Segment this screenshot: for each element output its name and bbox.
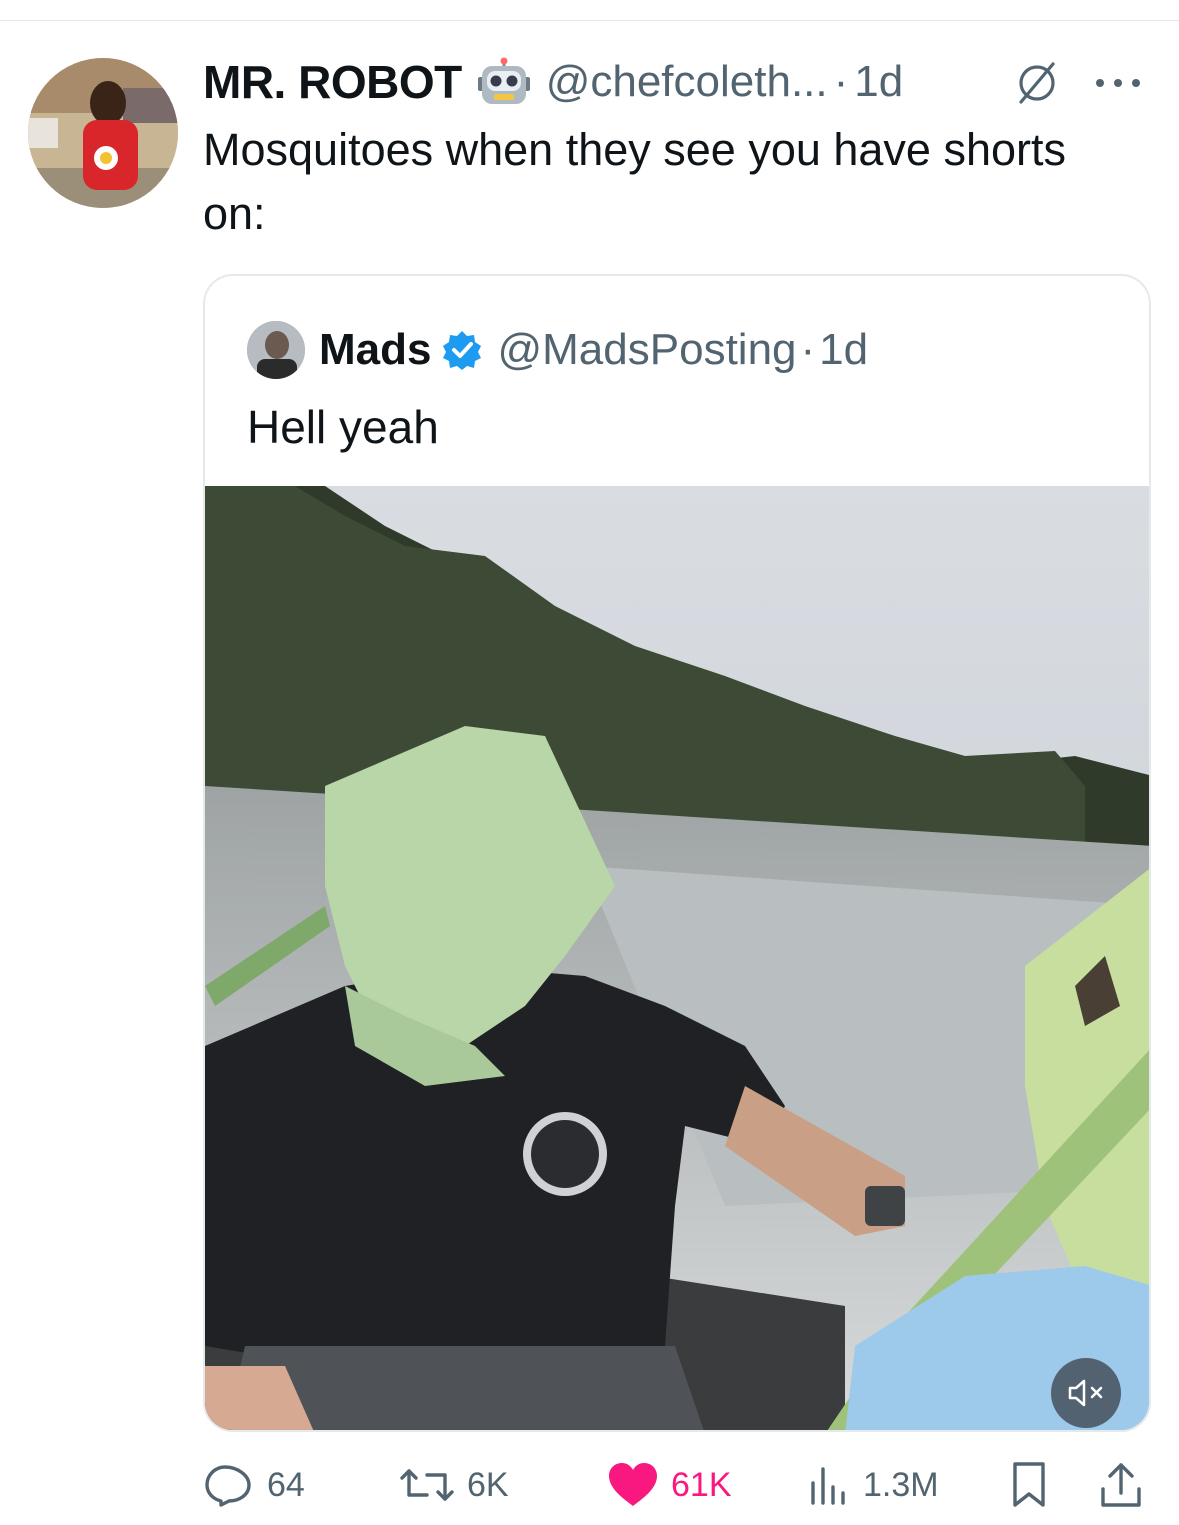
quoted-author-display-name: Mads bbox=[319, 325, 432, 374]
reply-count: 64 bbox=[267, 1465, 305, 1504]
quoted-tweet-header: Mads @MadsPosting · 1d bbox=[247, 320, 868, 380]
quoted-tweet-timestamp: 1d bbox=[819, 325, 869, 374]
like-button[interactable]: 61K bbox=[607, 1455, 732, 1515]
repost-icon bbox=[400, 1469, 454, 1501]
repost-count: 6K bbox=[467, 1465, 509, 1504]
robot-face-icon bbox=[477, 57, 530, 104]
repost-button[interactable]: 6K bbox=[399, 1455, 509, 1515]
views-icon bbox=[811, 1467, 845, 1505]
bookmark-button[interactable] bbox=[1009, 1455, 1049, 1515]
bookmark-icon bbox=[1013, 1462, 1045, 1507]
tweet-action-bar: 64 6K 61K 1.3M bbox=[203, 1455, 1153, 1515]
top-divider bbox=[0, 20, 1179, 21]
reply-button[interactable]: 64 bbox=[203, 1455, 305, 1515]
verified-icon bbox=[443, 331, 482, 370]
reply-icon bbox=[205, 1465, 251, 1507]
mute-button[interactable] bbox=[1051, 1358, 1121, 1428]
header-separator: · bbox=[833, 57, 849, 106]
tweet-header: MR. ROBOT @chefcoleth... · 1d bbox=[203, 52, 903, 112]
quoted-author-handle: @MadsPosting bbox=[497, 325, 797, 374]
more-icon[interactable] bbox=[1090, 68, 1146, 98]
quoted-header-separator: · bbox=[800, 325, 816, 374]
tweet-text: Mosquitoes when they see you have shorts… bbox=[203, 124, 1066, 239]
mute-icon bbox=[1068, 1379, 1103, 1407]
share-button[interactable] bbox=[1099, 1455, 1143, 1515]
like-icon bbox=[609, 1463, 657, 1506]
author-handle[interactable]: @chefcoleth... bbox=[546, 57, 828, 107]
quoted-author-avatar bbox=[247, 321, 305, 379]
author-avatar[interactable] bbox=[28, 58, 178, 208]
grok-icon[interactable] bbox=[1012, 58, 1062, 108]
quoted-tweet-card[interactable]: Mads @MadsPosting · 1d Hell yeah bbox=[203, 274, 1151, 1432]
like-count: 61K bbox=[671, 1465, 732, 1504]
quoted-tweet-text: Hell yeah bbox=[247, 401, 439, 453]
tweet-timestamp[interactable]: 1d bbox=[854, 57, 903, 107]
share-icon bbox=[1101, 1463, 1141, 1507]
quoted-video-player[interactable] bbox=[205, 486, 1149, 1430]
views-count: 1.3M bbox=[863, 1465, 939, 1504]
views-button[interactable]: 1.3M bbox=[807, 1455, 939, 1515]
author-display-name[interactable]: MR. ROBOT bbox=[203, 55, 462, 109]
